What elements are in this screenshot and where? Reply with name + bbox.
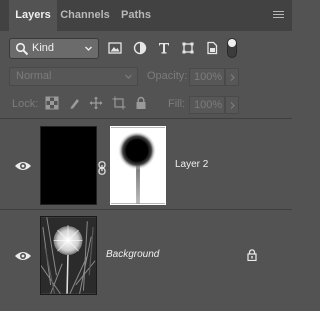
lock-icon[interactable] (247, 249, 257, 261)
opacity-input[interactable]: 100% (189, 68, 225, 86)
fill-label: Fill: (168, 98, 186, 110)
opacity-label: Opacity: (147, 70, 188, 82)
fill-input[interactable]: 100% (189, 96, 225, 114)
layers-panel: Layers Channels Paths Kind Normal Opacit… (0, 0, 292, 311)
lock-all-icon[interactable] (134, 96, 148, 110)
blend-mode-select[interactable]: Normal (9, 67, 138, 86)
shape-filter-icon[interactable] (180, 40, 196, 56)
mask-link-icon[interactable] (98, 161, 106, 175)
filter-toggle-icon[interactable] (227, 38, 237, 58)
fill-dropdown-button[interactable] (225, 96, 239, 114)
panel-bottom-strip (0, 295, 292, 310)
chevron-right-icon (230, 102, 235, 109)
chevron-down-icon (85, 46, 92, 51)
eye-icon[interactable] (14, 250, 32, 262)
panel-menu-icon[interactable] (273, 11, 284, 20)
adjustment-filter-icon[interactable] (132, 40, 148, 56)
lock-image-pixels-icon[interactable] (68, 96, 82, 110)
layers-list: Layer 2 Background (0, 118, 292, 311)
chevron-right-icon (230, 74, 235, 81)
filter-kind-select[interactable]: Kind (9, 38, 99, 59)
tab-channels[interactable]: Channels (57, 0, 113, 31)
filter-kind-label: Kind (32, 42, 55, 54)
layer-row[interactable]: Layer 2 (0, 119, 292, 210)
lock-transparent-pixels-icon[interactable] (45, 96, 59, 110)
lock-artboard-icon[interactable] (112, 96, 126, 110)
blend-mode-value: Normal (16, 70, 52, 82)
search-icon (15, 42, 29, 56)
type-filter-icon[interactable] (156, 40, 172, 56)
smart-object-filter-icon[interactable] (204, 40, 220, 56)
layer-name[interactable]: Layer 2 (175, 159, 208, 170)
layer-thumbnail[interactable] (40, 216, 97, 295)
layer-name[interactable]: Background (106, 249, 159, 260)
chevron-down-icon (125, 74, 132, 79)
tab-layers[interactable]: Layers (9, 0, 57, 31)
opacity-dropdown-button[interactable] (225, 68, 239, 86)
layer-row[interactable]: Background (0, 210, 292, 297)
eye-icon[interactable] (14, 160, 32, 172)
lock-label: Lock: (12, 98, 39, 110)
image-filter-icon[interactable] (107, 40, 123, 56)
panel-tab-bar: Layers Channels Paths (0, 0, 292, 31)
lock-position-icon[interactable] (89, 96, 103, 110)
layer-thumbnail[interactable] (40, 126, 97, 205)
layer-mask-thumbnail[interactable] (110, 126, 166, 205)
tab-paths[interactable]: Paths (113, 0, 159, 31)
